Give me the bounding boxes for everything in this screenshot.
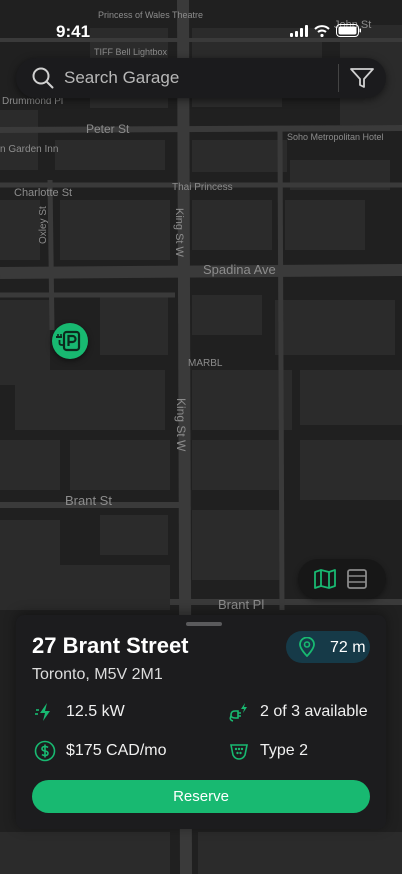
status-time: 9:41 xyxy=(56,22,91,41)
battery-icon xyxy=(336,24,361,37)
reserve-button[interactable]: Reserve xyxy=(32,780,370,813)
spec-power: 12.5 kW xyxy=(34,700,125,724)
availability-text: 2 of 3 available xyxy=(260,703,368,720)
view-toggle xyxy=(298,559,386,599)
map-label-oxley: Oxley St xyxy=(38,206,49,244)
map-label-king-st-w-2: King St W xyxy=(174,398,188,452)
map-label-garden-inn: n Garden Inn xyxy=(0,144,58,155)
garage-title: 27 Brant Street xyxy=(32,633,189,658)
search-icon xyxy=(32,67,54,89)
garage-map-pin[interactable] xyxy=(52,323,88,359)
map-label-soho: Soho Metropolitan Hotel xyxy=(287,132,384,142)
map-label-charlotte: Charlotte St xyxy=(14,187,72,199)
price-text: $175 CAD/mo xyxy=(66,742,167,759)
map-label-brant-pl: Brant Pl xyxy=(218,597,264,612)
connector-text: Type 2 xyxy=(260,742,309,759)
status-bar: 9:41 xyxy=(0,0,402,54)
search-divider xyxy=(338,64,339,92)
map-label-king-st-w-1: King St W xyxy=(173,208,185,258)
location-pin-icon xyxy=(299,637,315,657)
map-label-brant-st: Brant St xyxy=(65,493,112,508)
distance-text: 72 m xyxy=(330,639,366,656)
map-label-thai-princess: Thai Princess xyxy=(172,182,233,193)
ev-parking-icon xyxy=(56,330,81,352)
map-label-marbl: MARBL xyxy=(188,358,223,369)
signal-icon xyxy=(290,24,308,37)
filter-icon[interactable] xyxy=(349,66,375,90)
spec-price: $175 CAD/mo xyxy=(34,739,167,763)
spec-availability: 2 of 3 available xyxy=(228,700,368,724)
charging-power-icon xyxy=(35,703,50,721)
connector-type-icon xyxy=(230,744,248,760)
power-text: 12.5 kW xyxy=(66,703,125,720)
wifi-icon xyxy=(314,24,330,37)
sheet-grabber[interactable] xyxy=(186,622,222,626)
map-label-peter-st: Peter St xyxy=(86,122,130,136)
search-input[interactable] xyxy=(64,66,334,90)
dollar-icon xyxy=(34,740,56,762)
garage-address: Toronto, M5V 2M1 xyxy=(32,666,163,683)
status-icons xyxy=(290,24,362,37)
list-view-icon[interactable] xyxy=(347,569,367,589)
garage-card[interactable]: 27 Brant Street Toronto, M5V 2M1 72 m 12… xyxy=(16,615,386,829)
map-label-spadina: Spadina Ave xyxy=(203,262,276,277)
search-bar xyxy=(16,58,386,98)
charger-plug-icon xyxy=(229,703,247,722)
distance-badge: 72 m xyxy=(286,631,370,663)
spec-connector: Type 2 xyxy=(228,739,308,763)
map-view-icon[interactable] xyxy=(314,569,336,589)
